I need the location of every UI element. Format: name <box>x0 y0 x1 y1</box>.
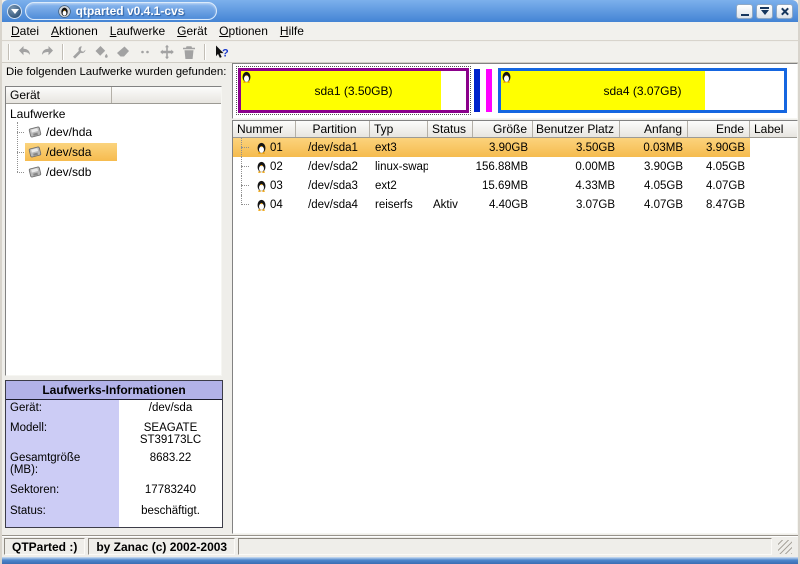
move-icon <box>159 44 175 60</box>
drive-tree-header-geraet[interactable]: Gerät <box>6 87 112 103</box>
delete-button[interactable] <box>112 43 134 62</box>
partition-label: sda4 (3.07GB) <box>501 71 784 110</box>
column-header-anfang[interactable]: Anfang <box>620 121 688 137</box>
move-button[interactable] <box>156 43 178 62</box>
info-filler <box>6 525 222 527</box>
column-header-nummer[interactable]: Nummer <box>233 121 296 137</box>
qtparted-window: qtparted v0.4.1-cvs Datei Aktionen Laufw… <box>0 0 800 564</box>
toolbar <box>2 42 798 63</box>
app-icon <box>58 5 71 18</box>
tree-item-dev-sdb[interactable]: /dev/sdb <box>6 162 221 182</box>
table-header: Nummer Partition Typ Status Größe Benutz… <box>233 121 797 138</box>
titlebar[interactable]: qtparted v0.4.1-cvs <box>2 0 798 22</box>
disk-view: sda1 (3.50GB) sda4 (3.07GB) <box>232 63 798 119</box>
partition-block-sda2[interactable] <box>474 69 480 112</box>
tux-icon <box>241 70 252 83</box>
disk-icon <box>28 146 42 158</box>
info-row-geraet: Gerät: /dev/sda <box>6 400 222 420</box>
menu-laufwerke[interactable]: Laufwerke <box>104 22 171 40</box>
statusbar-app: QTParted :) <box>4 538 85 555</box>
maximize-icon <box>760 7 769 15</box>
wrench-icon <box>71 44 87 60</box>
close-button[interactable] <box>776 4 793 19</box>
disk-icon <box>28 166 42 178</box>
column-header-typ[interactable]: Typ <box>370 121 428 137</box>
drive-info-panel: Laufwerks-Informationen Gerät: /dev/sda … <box>5 380 223 528</box>
window-menu-button[interactable] <box>7 4 22 19</box>
toolbar-separator <box>62 44 64 60</box>
undo-button[interactable] <box>14 43 36 62</box>
tux-icon <box>256 198 267 211</box>
trash-button[interactable] <box>178 43 200 62</box>
whats-this-icon <box>213 44 229 60</box>
format-button[interactable] <box>90 43 112 62</box>
window-bottom-border <box>2 557 798 564</box>
drive-info-body: Gerät: /dev/sda Modell: SEAGATE ST39173L… <box>6 400 222 527</box>
statusbar-credit: by Zanac (c) 2002-2003 <box>88 538 235 555</box>
toolbar-separator <box>204 44 206 60</box>
table-row-sda2[interactable]: 02 /dev/sda2 linux-swap 156.88MB 0.00MB … <box>233 157 797 176</box>
partition-label: sda1 (3.50GB) <box>241 71 466 110</box>
eraser-icon <box>115 44 131 60</box>
column-header-ende[interactable]: Ende <box>688 121 750 137</box>
resize-grip[interactable] <box>778 540 792 554</box>
window-controls <box>736 4 793 19</box>
partition-table: Nummer Partition Typ Status Größe Benutz… <box>232 120 798 534</box>
drive-tree-header-empty[interactable] <box>112 87 221 103</box>
tux-icon <box>501 70 512 83</box>
minimize-button[interactable] <box>736 4 753 19</box>
tree-root-laufwerke[interactable]: Laufwerke <box>6 104 221 122</box>
menu-datei[interactable]: Datei <box>5 22 45 40</box>
close-icon <box>780 7 789 16</box>
menubar: Datei Aktionen Laufwerke Gerät Optionen … <box>2 22 798 41</box>
title-capsule: qtparted v0.4.1-cvs <box>25 2 217 20</box>
chevron-down-icon <box>11 9 19 14</box>
info-row-modell: Modell: SEAGATE ST39173LC <box>6 420 222 450</box>
column-header-partition[interactable]: Partition <box>296 121 370 137</box>
info-row-gesamtgroesse: Gesamtgröße (MB): 8683.22 <box>6 450 222 482</box>
table-row-sda3[interactable]: 03 /dev/sda3 ext2 15.69MB 4.33MB 4.05GB … <box>233 176 797 195</box>
dots-icon <box>137 44 153 60</box>
menu-geraet[interactable]: Gerät <box>171 22 213 40</box>
tux-icon <box>256 160 267 173</box>
window-title: qtparted v0.4.1-cvs <box>76 4 185 18</box>
tree-children: /dev/hda /dev/sda /dev/sdb <box>6 122 221 182</box>
tux-icon <box>256 141 267 154</box>
partition-block-sda3[interactable] <box>486 69 492 112</box>
statusbar-message-area <box>238 538 772 555</box>
undo-icon <box>17 44 33 60</box>
column-header-status[interactable]: Status <box>428 121 473 137</box>
minimize-icon <box>741 14 749 16</box>
partition-block-sda1[interactable]: sda1 (3.50GB) <box>238 68 469 113</box>
tree-item-dev-hda[interactable]: /dev/hda <box>6 122 221 142</box>
trash-icon <box>181 44 197 60</box>
menu-aktionen[interactable]: Aktionen <box>45 22 104 40</box>
resize-button[interactable] <box>134 43 156 62</box>
drive-tree-header[interactable]: Gerät <box>6 87 221 104</box>
redo-icon <box>39 44 55 60</box>
info-row-status: Status: beschäftigt. <box>6 503 222 525</box>
disk-icon <box>28 126 42 138</box>
tux-icon <box>256 179 267 192</box>
partition-block-sda4[interactable]: sda4 (3.07GB) <box>498 68 787 113</box>
redo-button[interactable] <box>36 43 58 62</box>
statusbar: QTParted :) by Zanac (c) 2002-2003 <box>2 535 798 557</box>
bucket-icon <box>93 44 109 60</box>
maximize-button[interactable] <box>756 4 773 19</box>
column-header-label[interactable]: Label <box>750 121 797 137</box>
drive-tree: Gerät Laufwerke /dev/hda /dev/sda /dev/s… <box>5 86 222 376</box>
drive-info-title: Laufwerks-Informationen <box>6 381 222 400</box>
menu-hilfe[interactable]: Hilfe <box>274 22 310 40</box>
whats-this-button[interactable] <box>210 43 232 62</box>
column-header-benutzer-platz[interactable]: Benutzer Platz <box>533 121 620 137</box>
property-button[interactable] <box>68 43 90 62</box>
column-header-groesse[interactable]: Größe <box>473 121 533 137</box>
tree-item-dev-sda[interactable]: /dev/sda <box>6 142 221 162</box>
table-row-sda1[interactable]: 01 /dev/sda1 ext3 3.90GB 3.50GB 0.03MB 3… <box>233 138 797 157</box>
toolbar-separator <box>8 44 10 60</box>
table-row-sda4[interactable]: 04 /dev/sda4 reiserfs Aktiv 4.40GB 3.07G… <box>233 195 797 214</box>
info-row-sektoren: Sektoren: 17783240 <box>6 482 222 503</box>
menu-optionen[interactable]: Optionen <box>213 22 274 40</box>
drives-found-heading: Die folgenden Laufwerke wurden gefunden: <box>6 66 228 78</box>
